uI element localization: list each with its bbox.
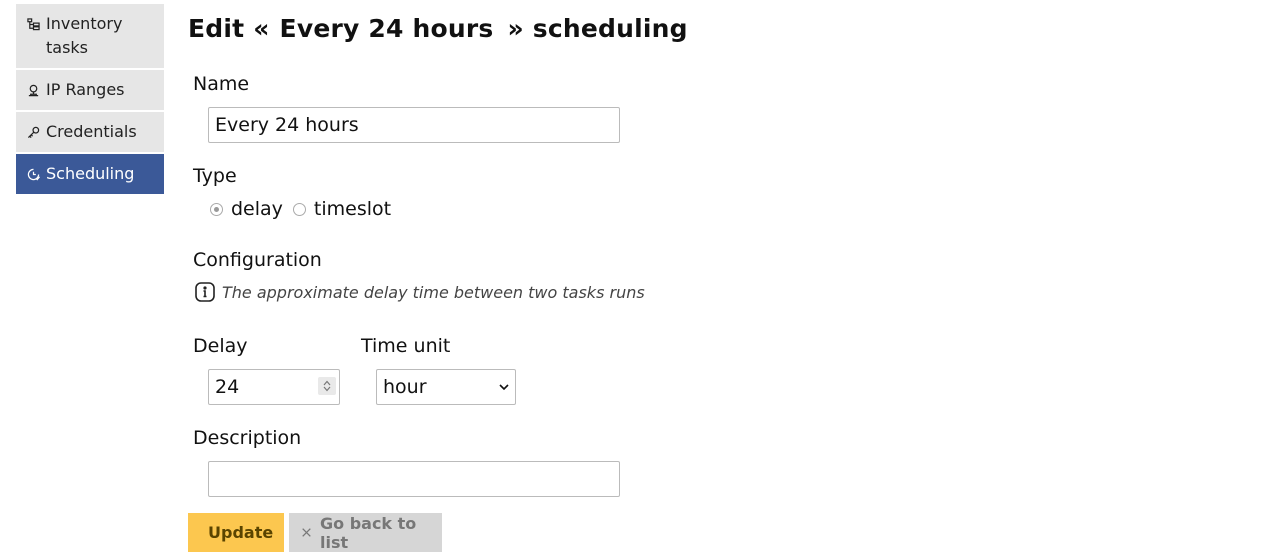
sidebar-item-credentials[interactable]: Credentials [16,112,164,152]
time-unit-label: Time unit [361,335,451,357]
name-label: Name [193,73,250,95]
configuration-label: Configuration [193,249,322,271]
go-back-button[interactable]: Go back to list [289,513,442,552]
inventory-tasks-icon [26,12,40,36]
sidebar: Inventory tasks IP Ranges Credentials Sc… [16,4,164,196]
delay-label: Delay [193,335,248,357]
key-icon [26,120,40,144]
configuration-hint: The approximate delay time between two t… [194,281,645,303]
sidebar-item-label: Credentials [46,122,137,141]
sidebar-item-inventory-tasks[interactable]: Inventory tasks [16,4,164,68]
delay-field-wrapper [208,369,340,405]
name-input[interactable] [208,107,620,143]
update-button[interactable]: Update [188,513,284,552]
type-radio-delay-label[interactable]: delay [231,198,283,220]
chevron-down-icon [499,384,509,391]
delay-stepper[interactable] [318,377,336,395]
close-icon [302,528,311,537]
type-radio-delay[interactable] [210,202,223,216]
description-label: Description [193,427,302,449]
title-suffix: » scheduling [507,14,688,43]
go-back-button-label: Go back to list [320,513,417,552]
chevron-down-icon [323,386,331,392]
type-radio-group: delay timeslot [210,198,401,220]
title-prefix: Edit « [188,14,270,43]
time-unit-selected-value: hour [383,376,427,398]
title-name: Every 24 hours [279,14,494,43]
info-icon [195,282,215,302]
clock-check-icon [26,162,40,186]
sidebar-item-scheduling[interactable]: Scheduling [16,154,164,194]
sidebar-item-label: Scheduling [46,164,135,183]
ip-ranges-icon [26,78,40,102]
type-label: Type [193,165,237,187]
sidebar-item-label: IP Ranges [46,80,125,99]
sidebar-item-label: Inventory tasks [46,14,123,57]
description-input[interactable] [208,461,620,497]
update-button-label: Update [208,523,274,542]
type-radio-timeslot[interactable] [292,202,306,216]
type-radio-timeslot-label[interactable]: timeslot [314,198,391,220]
time-unit-select[interactable]: hour [376,369,516,405]
sidebar-item-ip-ranges[interactable]: IP Ranges [16,70,164,110]
configuration-hint-text: The approximate delay time between two t… [222,282,645,302]
page-title: Edit « Every 24 hours » scheduling [188,14,688,43]
